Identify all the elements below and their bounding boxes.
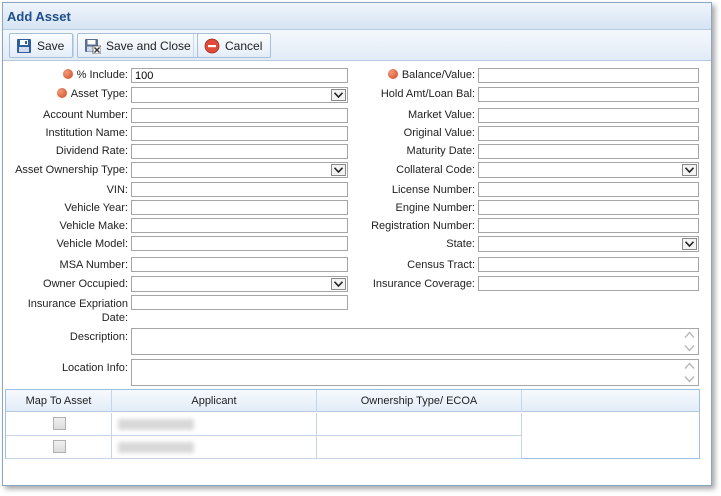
map-to-asset-cell bbox=[6, 436, 112, 459]
cancel-icon bbox=[204, 38, 220, 53]
scroll-up-icon[interactable] bbox=[684, 331, 695, 339]
market-value-label: Market Value: bbox=[407, 109, 475, 121]
vin-label: VIN: bbox=[106, 184, 128, 196]
cancel-button[interactable]: Cancel bbox=[197, 33, 272, 58]
dividend-rate-label: Dividend Rate: bbox=[55, 145, 128, 157]
save-button-label: Save bbox=[37, 38, 65, 53]
census-tract-label: Census Tract: bbox=[407, 259, 475, 271]
scroll-down-icon[interactable] bbox=[684, 344, 695, 352]
save-button[interactable]: Save bbox=[9, 33, 74, 58]
insurance-expiration-label-line2: Date: bbox=[101, 312, 128, 324]
applicant-grid: Map To Asset Applicant Ownership Type/ E… bbox=[5, 389, 700, 459]
vehicle-make-input[interactable] bbox=[131, 218, 348, 233]
include-label: % Include: bbox=[0, 69, 128, 81]
census-tract-input[interactable] bbox=[478, 257, 699, 272]
institution-name-label: Institution Name: bbox=[45, 127, 128, 139]
registration-number-label: Registration Number: bbox=[371, 220, 475, 232]
table-row[interactable] bbox=[6, 413, 522, 436]
column-header-ownership-type[interactable]: Ownership Type/ ECOA bbox=[317, 390, 522, 412]
save-close-icon bbox=[85, 38, 101, 54]
save-and-close-button-label: Save and Close bbox=[106, 38, 191, 53]
description-textarea[interactable] bbox=[131, 328, 699, 355]
maturity-date-label: Maturity Date: bbox=[406, 145, 475, 157]
insurance-expiration-input[interactable] bbox=[131, 295, 348, 310]
balance-value-input[interactable] bbox=[478, 68, 699, 83]
institution-name-input[interactable] bbox=[131, 126, 348, 141]
applicant-cell bbox=[112, 413, 317, 436]
asset-ownership-type-label: Asset Ownership Type: bbox=[15, 164, 128, 176]
asset-type-label: Asset Type: bbox=[0, 88, 128, 100]
owner-occupied-label: Owner Occupied: bbox=[43, 278, 128, 290]
map-to-asset-checkbox[interactable] bbox=[53, 417, 66, 430]
collateral-code-label: Collateral Code: bbox=[396, 164, 475, 176]
insurance-coverage-input[interactable] bbox=[478, 276, 699, 291]
scrollbar[interactable] bbox=[682, 361, 697, 384]
location-info-textarea[interactable] bbox=[131, 359, 699, 386]
engine-number-input[interactable] bbox=[478, 200, 699, 215]
redacted-applicant-name bbox=[118, 442, 194, 453]
location-info-label: Location Info: bbox=[61, 362, 128, 374]
engine-number-label: Engine Number: bbox=[395, 202, 476, 214]
required-icon bbox=[387, 69, 398, 79]
required-icon bbox=[62, 69, 73, 79]
original-value-input[interactable] bbox=[478, 126, 699, 141]
scroll-up-icon[interactable] bbox=[684, 362, 695, 370]
scrollbar[interactable] bbox=[682, 330, 697, 353]
table-row[interactable] bbox=[6, 436, 522, 459]
vehicle-year-input[interactable] bbox=[131, 200, 348, 215]
msa-number-input[interactable] bbox=[131, 257, 348, 272]
state-select[interactable] bbox=[478, 236, 699, 252]
asset-type-select[interactable] bbox=[131, 87, 348, 103]
applicant-cell bbox=[112, 436, 317, 459]
maturity-date-input[interactable] bbox=[478, 144, 699, 159]
registration-number-input[interactable] bbox=[478, 218, 699, 233]
insurance-coverage-label: Insurance Coverage: bbox=[372, 278, 475, 290]
floppy-disk-icon bbox=[17, 38, 31, 53]
ownership-type-cell[interactable] bbox=[317, 413, 522, 436]
ownership-type-cell[interactable] bbox=[317, 436, 522, 459]
column-header-applicant[interactable]: Applicant bbox=[112, 390, 317, 412]
owner-occupied-select[interactable] bbox=[131, 276, 348, 292]
license-number-label: License Number: bbox=[391, 184, 475, 196]
balance-value-label: Balance/Value: bbox=[340, 69, 475, 81]
cancel-button-label: Cancel bbox=[225, 38, 263, 53]
insurance-expiration-label-line1: Insurance Expriation bbox=[27, 298, 128, 310]
toolbar-separator bbox=[73, 34, 74, 57]
toolbar-separator bbox=[193, 34, 194, 57]
license-number-input[interactable] bbox=[478, 182, 699, 197]
redacted-applicant-name bbox=[118, 419, 194, 430]
grid-header: Map To Asset Applicant Ownership Type/ E… bbox=[6, 390, 699, 412]
dialog-title: Add Asset bbox=[3, 3, 711, 30]
toolbar: Save Save and Close Cancel bbox=[3, 30, 711, 61]
dividend-rate-input[interactable] bbox=[131, 144, 348, 159]
hold-amt-label: Hold Amt/Loan Bal: bbox=[380, 88, 475, 100]
collateral-code-select[interactable] bbox=[478, 162, 699, 178]
vin-input[interactable] bbox=[131, 182, 348, 197]
scroll-down-icon[interactable] bbox=[684, 375, 695, 383]
state-label: State: bbox=[446, 238, 475, 250]
include-input[interactable] bbox=[131, 68, 348, 83]
save-and-close-button[interactable]: Save and Close bbox=[77, 33, 200, 58]
map-to-asset-cell bbox=[6, 413, 112, 436]
chevron-down-icon[interactable] bbox=[682, 238, 697, 250]
required-icon bbox=[56, 88, 67, 98]
account-number-label: Account Number: bbox=[43, 109, 128, 121]
vehicle-year-label: Vehicle Year: bbox=[64, 202, 128, 214]
original-value-label: Original Value: bbox=[403, 127, 475, 139]
hold-amt-input[interactable] bbox=[478, 87, 699, 102]
vehicle-model-label: Vehicle Model: bbox=[56, 238, 128, 250]
vehicle-make-label: Vehicle Make: bbox=[59, 220, 128, 232]
map-to-asset-checkbox[interactable] bbox=[53, 440, 66, 453]
description-label: Description: bbox=[69, 331, 128, 343]
market-value-input[interactable] bbox=[478, 108, 699, 123]
account-number-input[interactable] bbox=[131, 108, 348, 123]
vehicle-model-input[interactable] bbox=[131, 236, 348, 251]
column-header-map-to-asset[interactable]: Map To Asset bbox=[6, 390, 112, 412]
chevron-down-icon[interactable] bbox=[682, 164, 697, 176]
asset-ownership-type-select[interactable] bbox=[131, 162, 348, 178]
msa-number-label: MSA Number: bbox=[59, 259, 128, 271]
